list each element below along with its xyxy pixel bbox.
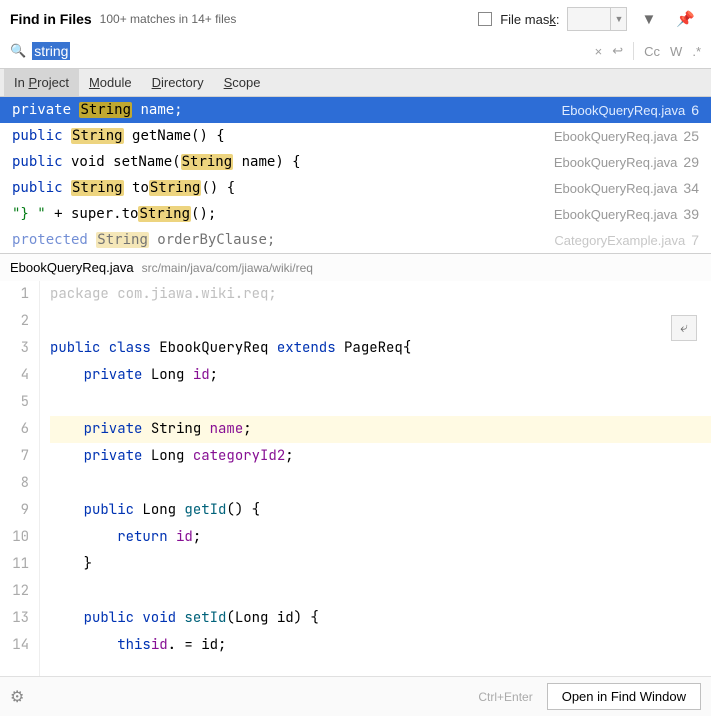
file-mask-checkbox[interactable]	[478, 12, 492, 26]
shortcut-hint: Ctrl+Enter	[478, 690, 532, 704]
result-row[interactable]: public String getName() {EbookQueryReq.j…	[0, 123, 711, 149]
footer: ⚙ Ctrl+Enter Open in Find Window	[0, 676, 711, 716]
result-row[interactable]: public String toString() {EbookQueryReq.…	[0, 175, 711, 201]
preview-filename: EbookQueryReq.java	[10, 260, 134, 275]
chevron-down-icon: ▼	[610, 7, 626, 31]
open-in-find-window-button[interactable]: Open in Find Window	[547, 683, 701, 710]
words-toggle[interactable]: W	[670, 44, 682, 59]
dialog-title: Find in Files	[10, 11, 92, 27]
clear-icon[interactable]: ×	[595, 44, 603, 59]
tab-module[interactable]: Module	[79, 69, 142, 96]
file-mask-dropdown[interactable]: ▼	[567, 7, 627, 31]
soft-wrap-icon[interactable]: ⤶	[671, 315, 697, 341]
file-mask-label: File mask:	[500, 12, 559, 27]
tab-scope[interactable]: Scope	[214, 69, 271, 96]
gear-icon[interactable]: ⚙	[10, 687, 24, 707]
gutter: 1234567891011121314	[0, 281, 40, 676]
match-case-toggle[interactable]: Cc	[644, 44, 660, 59]
result-row[interactable]: public void setName(String name) {EbookQ…	[0, 149, 711, 175]
filter-icon[interactable]: ▼	[635, 7, 662, 32]
regex-toggle[interactable]: .*	[692, 44, 701, 59]
result-row[interactable]: protected String orderByClause;CategoryE…	[0, 227, 711, 253]
header: Find in Files 100+ matches in 14+ files …	[0, 0, 711, 38]
scope-tabs: In Project Module Directory Scope	[0, 68, 711, 97]
results-list: private String name;EbookQueryReq.java6p…	[0, 97, 711, 253]
preview-path: src/main/java/com/jiawa/wiki/req	[142, 261, 313, 275]
result-row[interactable]: "} " + super.toString();EbookQueryReq.ja…	[0, 201, 711, 227]
search-icon: 🔍	[10, 43, 26, 59]
history-icon[interactable]: ↩	[612, 43, 623, 59]
pin-icon[interactable]: 📌	[670, 6, 701, 32]
search-row: 🔍 string × ↩ Cc W .*	[0, 38, 711, 68]
result-row[interactable]: private String name;EbookQueryReq.java6	[0, 97, 711, 123]
code-lines[interactable]: package com.jiawa.wiki.req;public class …	[40, 281, 711, 676]
code-preview: 1234567891011121314 package com.jiawa.wi…	[0, 281, 711, 676]
search-input[interactable]: string	[32, 42, 588, 60]
tab-in-project[interactable]: In Project	[4, 69, 79, 96]
preview-header: EbookQueryReq.java src/main/java/com/jia…	[0, 253, 711, 281]
tab-directory[interactable]: Directory	[142, 69, 214, 96]
match-summary: 100+ matches in 14+ files	[100, 12, 237, 26]
